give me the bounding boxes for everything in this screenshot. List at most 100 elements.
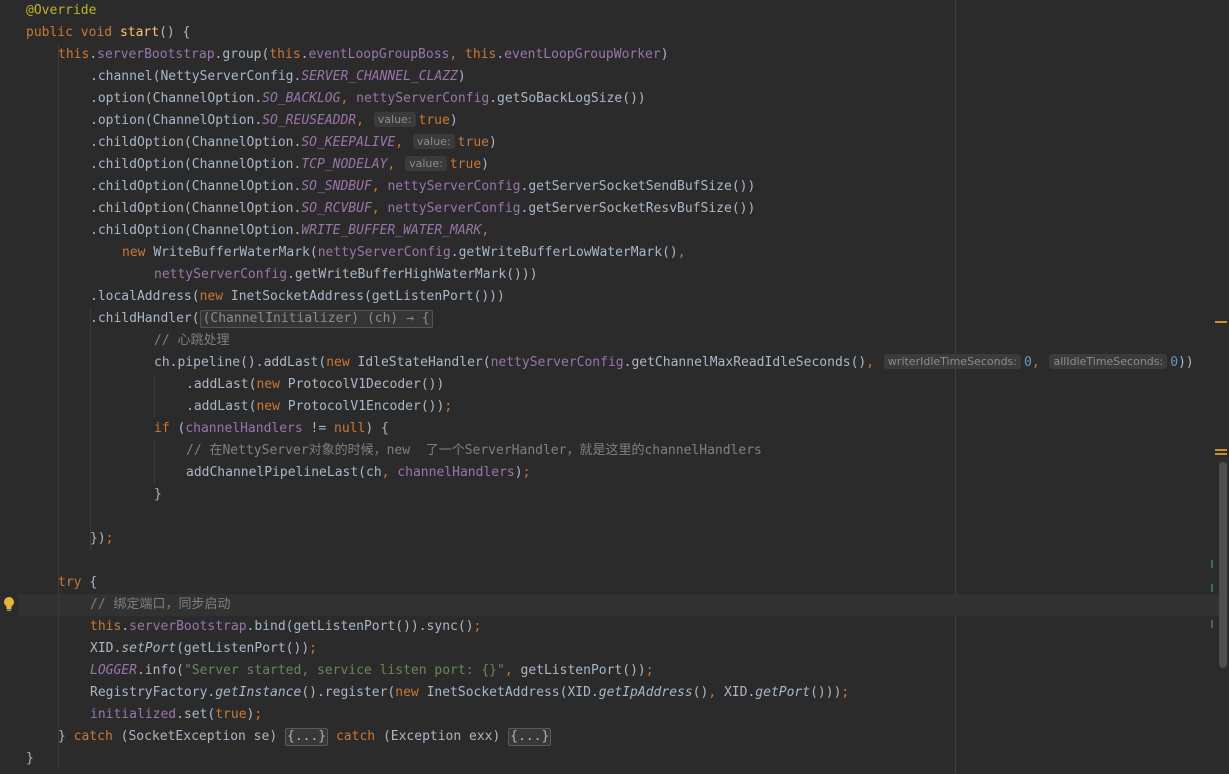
code-line[interactable]: } bbox=[26, 748, 34, 770]
code-token: "Server started, service listen port: {}… bbox=[183, 663, 505, 678]
code-token: LOGGER bbox=[90, 663, 137, 678]
code-token: serverBootstrap bbox=[129, 619, 247, 634]
code-token: ProtocolV1Encoder()) bbox=[287, 399, 445, 414]
code-token: public bbox=[26, 25, 81, 40]
code-line[interactable]: .childOption(ChannelOption.SO_SNDBUF, ne… bbox=[90, 176, 755, 198]
code-token: getListenPort()) bbox=[520, 663, 646, 678]
code-token: start bbox=[119, 25, 160, 40]
code-line[interactable]: initialized.set(true); bbox=[90, 704, 262, 726]
code-line[interactable]: .childOption(ChannelOption.SO_RCVBUF, ne… bbox=[90, 198, 755, 220]
code-token: serverBootstrap bbox=[97, 47, 215, 62]
code-token: catch bbox=[335, 729, 383, 744]
code-token: . bbox=[496, 47, 505, 62]
code-line[interactable]: .option(ChannelOption.SO_BACKLOG, nettyS… bbox=[90, 88, 646, 110]
code-token: ) bbox=[449, 113, 458, 128]
code-token: }) bbox=[90, 531, 106, 546]
code-token: , bbox=[866, 355, 882, 370]
code-token: RegistryFactory. bbox=[90, 685, 216, 700]
code-token: ; bbox=[309, 641, 317, 656]
code-line[interactable]: .childHandler((ChannelInitializer) (ch) … bbox=[90, 308, 433, 330]
code-token: .option(ChannelOption. bbox=[90, 91, 263, 106]
code-token: , bbox=[677, 245, 686, 260]
code-token: ) bbox=[481, 157, 489, 172]
code-token: .option(ChannelOption. bbox=[90, 113, 263, 128]
lightbulb-icon[interactable] bbox=[3, 596, 15, 612]
code-line[interactable]: if (channelHandlers != null) { bbox=[154, 418, 389, 440]
code-line[interactable]: }); bbox=[90, 528, 113, 550]
parameter-hint: value: bbox=[412, 134, 455, 149]
code-line[interactable]: LOGGER.info("Server started, service lis… bbox=[90, 660, 654, 682]
code-token: .getServerSocketSendBufSize()) bbox=[520, 179, 756, 194]
code-line[interactable]: .addLast(new ProtocolV1Encoder()); bbox=[186, 396, 452, 418]
code-token: eventLoopGroupWorker bbox=[504, 47, 661, 62]
code-line[interactable]: // 绑定端口，同步启动 bbox=[90, 594, 230, 616]
code-line[interactable]: .option(ChannelOption.SO_REUSEADDR, valu… bbox=[90, 110, 458, 132]
code-line[interactable]: new WriteBufferWaterMark(nettyServerConf… bbox=[122, 242, 686, 264]
code-token: .childOption(ChannelOption. bbox=[90, 223, 302, 238]
scroll-change-marker bbox=[1211, 584, 1213, 592]
code-token: , bbox=[387, 157, 404, 172]
folded-lambda[interactable]: (ChannelInitializer) (ch) → { bbox=[199, 310, 433, 328]
code-token: .childOption(ChannelOption. bbox=[90, 179, 302, 194]
code-line[interactable]: .childOption(ChannelOption.SO_KEEPALIVE,… bbox=[90, 132, 497, 154]
code-token: .addLast( bbox=[186, 399, 257, 414]
code-token: () { bbox=[159, 25, 191, 40]
code-token: catch bbox=[73, 729, 121, 744]
code-token: SO_SNDBUF bbox=[301, 179, 372, 194]
code-token: channelHandlers bbox=[185, 421, 303, 436]
vertical-scrollbar-thumb[interactable] bbox=[1219, 462, 1227, 668]
code-editor[interactable]: @Override public void start() {this.serve… bbox=[0, 0, 1229, 774]
code-token: this bbox=[90, 619, 122, 634]
code-token: (SocketException se) bbox=[120, 729, 285, 744]
parameter-hint: writerIdleTimeSeconds: bbox=[883, 354, 1021, 369]
code-line[interactable]: XID.setPort(getListenPort()); bbox=[90, 638, 317, 660]
code-line[interactable]: @Override bbox=[26, 0, 96, 22]
code-line[interactable]: addChannelPipelineLast(ch, channelHandle… bbox=[186, 462, 530, 484]
code-line[interactable]: ch.pipeline().addLast(new IdleStateHandl… bbox=[154, 352, 1194, 374]
code-token: ; bbox=[645, 663, 654, 678]
code-token: } bbox=[58, 729, 74, 744]
code-token: new bbox=[199, 289, 231, 304]
code-line[interactable]: } bbox=[154, 484, 162, 506]
code-token: addChannelPipelineLast(ch bbox=[186, 465, 382, 480]
code-token: ch.pipeline().addLast( bbox=[154, 355, 327, 370]
code-token: .set( bbox=[176, 707, 216, 722]
code-token: true bbox=[215, 707, 247, 722]
code-line[interactable]: .channel(NettyServerConfig.SERVER_CHANNE… bbox=[90, 66, 466, 88]
code-line[interactable]: this.serverBootstrap.group(this.eventLoo… bbox=[58, 44, 669, 66]
code-line[interactable]: this.serverBootstrap.bind(getListenPort(… bbox=[90, 616, 481, 638]
scroll-warning-marker[interactable] bbox=[1215, 449, 1227, 451]
code-line[interactable]: // 心跳处理 bbox=[154, 330, 229, 352]
code-token: XID. bbox=[90, 641, 122, 656]
code-token: new bbox=[395, 685, 427, 700]
code-line[interactable]: // 在NettyServer对象的时候，new 了一个ServerHandle… bbox=[186, 440, 762, 462]
code-line[interactable]: } catch (SocketException se) {...} catch… bbox=[58, 726, 552, 748]
folded-block[interactable]: {...} bbox=[285, 728, 329, 746]
code-line[interactable]: RegistryFactory.getInstance().register(n… bbox=[90, 682, 849, 704]
code-line[interactable]: .addLast(new ProtocolV1Decoder()) bbox=[186, 374, 444, 396]
scroll-warning-marker[interactable] bbox=[1215, 321, 1227, 323]
scroll-warning-marker[interactable] bbox=[1215, 453, 1227, 455]
code-token: this bbox=[465, 47, 497, 62]
code-token: , bbox=[381, 465, 398, 480]
code-token: new bbox=[122, 245, 154, 260]
code-token: SO_KEEPALIVE bbox=[301, 135, 396, 150]
folded-block[interactable]: {...} bbox=[508, 728, 552, 746]
code-token: new bbox=[256, 399, 288, 414]
code-line[interactable]: nettyServerConfig.getWriteBufferHighWate… bbox=[154, 264, 538, 286]
code-token: , bbox=[708, 685, 724, 700]
code-token: SO_REUSEADDR bbox=[262, 113, 357, 128]
code-line[interactable]: .childOption(ChannelOption.TCP_NODELAY, … bbox=[90, 154, 489, 176]
code-token: . bbox=[89, 47, 98, 62]
code-token: SO_BACKLOG bbox=[262, 91, 341, 106]
code-token: // 在NettyServer对象的时候，new 了一个ServerHandle… bbox=[186, 443, 762, 458]
code-line[interactable]: .localAddress(new InetSocketAddress(getL… bbox=[90, 286, 505, 308]
code-token: .localAddress( bbox=[90, 289, 200, 304]
indent-guide bbox=[154, 440, 155, 484]
code-token: new bbox=[326, 355, 358, 370]
code-line[interactable]: try { bbox=[58, 572, 97, 594]
code-line[interactable]: .childOption(ChannelOption.WRITE_BUFFER_… bbox=[90, 220, 489, 242]
code-token: getInstance bbox=[215, 685, 302, 700]
code-line[interactable]: public void start() { bbox=[26, 22, 190, 44]
code-token: (Exception exx) bbox=[382, 729, 509, 744]
